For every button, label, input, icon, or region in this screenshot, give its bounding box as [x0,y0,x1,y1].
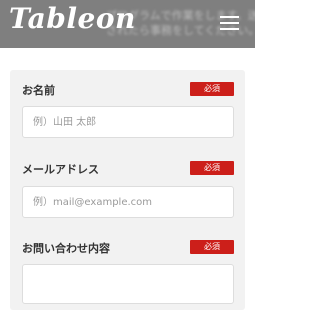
email-label: メールアドレス [22,163,99,176]
inquiry-required-badge: 必須 [190,240,234,254]
contact-form: お名前 必須 メールアドレス 必須 お問い合わせ内容 必須 [10,70,245,310]
inquiry-textarea[interactable] [22,264,234,304]
menu-bar-top [220,16,239,18]
menu-bar-middle [220,22,239,24]
hamburger-menu-icon[interactable] [219,14,241,32]
inquiry-label: お問い合わせ内容 [22,242,110,255]
site-header: プログラムで作業をします。送信完了 されたら事務をしてください。 Tableon [0,0,255,48]
name-input[interactable] [22,106,234,138]
email-required-badge: 必須 [190,161,234,175]
name-label: お名前 [22,84,55,97]
name-required-badge: 必須 [190,82,234,96]
email-input[interactable] [22,186,234,218]
menu-bar-bottom [220,28,239,30]
site-logo[interactable]: Tableon [9,2,136,35]
